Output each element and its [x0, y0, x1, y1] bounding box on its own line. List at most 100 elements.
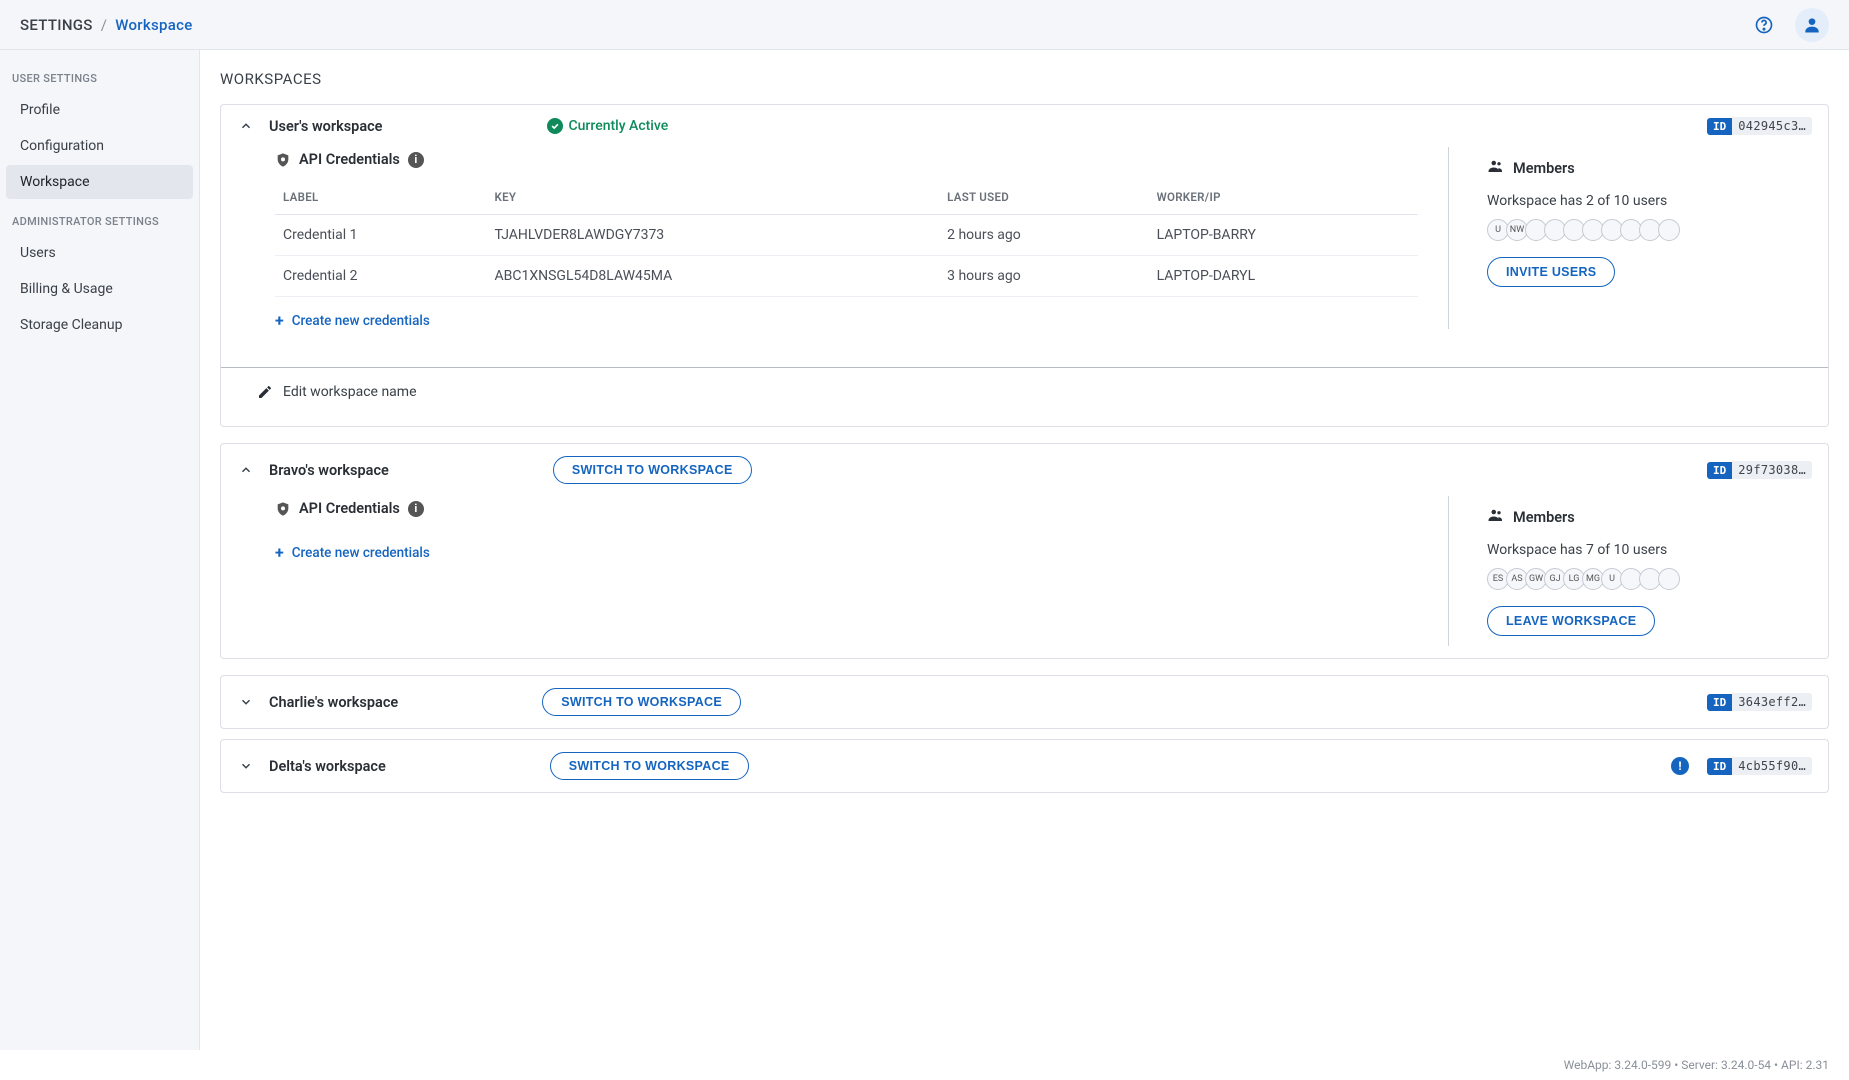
plus-icon: +: [275, 545, 284, 561]
api-credentials-header: API Credentials i: [275, 151, 1418, 168]
workspace-id-chip[interactable]: ID 042945c3…: [1707, 117, 1812, 135]
members-label: Members: [1513, 160, 1575, 177]
alert-icon[interactable]: !: [1671, 757, 1689, 775]
members-count-text: Workspace has 7 of 10 users: [1487, 542, 1808, 558]
group-icon: [1487, 506, 1505, 528]
workspace-left-panel: API Credentials i + Create new credentia…: [275, 496, 1448, 646]
member-avatars: U NW: [1487, 219, 1808, 241]
edit-workspace-name-link[interactable]: Edit workspace name: [257, 368, 1808, 408]
table-row[interactable]: Credential 2 ABC1XNSGL54D8LAW45MA 3 hour…: [275, 256, 1418, 297]
switch-workspace-button[interactable]: SWITCH TO WORKSPACE: [542, 688, 741, 716]
sidebar-section-user: USER SETTINGS: [0, 58, 199, 91]
id-badge: ID: [1707, 758, 1732, 775]
api-credentials-label: API Credentials: [299, 151, 400, 168]
workspace-header: User's workspace Currently Active ID 042…: [221, 105, 1828, 147]
chevron-up-icon[interactable]: [237, 117, 255, 135]
id-badge: ID: [1707, 118, 1732, 135]
workspace-id-chip[interactable]: ID 4cb55f90…: [1707, 757, 1812, 775]
sidebar-item-profile[interactable]: Profile: [6, 93, 193, 127]
chevron-down-icon[interactable]: [237, 693, 255, 711]
members-count-text: Workspace has 2 of 10 users: [1487, 193, 1808, 209]
plus-icon: +: [275, 313, 284, 329]
cred-label: Credential 1: [275, 215, 487, 256]
workspace-id-value: 29f73038…: [1732, 461, 1812, 479]
workspace-id-value: 042945c3…: [1732, 117, 1812, 135]
cred-worker: LAPTOP-BARRY: [1149, 215, 1418, 256]
workspace-id-value: 4cb55f90…: [1732, 757, 1812, 775]
switch-workspace-button[interactable]: SWITCH TO WORKSPACE: [550, 752, 749, 780]
info-icon[interactable]: i: [408, 152, 424, 168]
member-avatars: ES AS GW GJ LG MG U: [1487, 568, 1808, 590]
avatar-empty: [1658, 568, 1680, 590]
workspace-card-delta: Delta's workspace SWITCH TO WORKSPACE ! …: [220, 739, 1829, 793]
breadcrumb: SETTINGS / Workspace: [20, 16, 193, 34]
workspace-id-chip[interactable]: ID 29f73038…: [1707, 461, 1812, 479]
page-title: WORKSPACES: [220, 70, 1829, 88]
footer-version-text: WebApp: 3.24.0-599 • Server: 3.24.0-54 •…: [1564, 1058, 1829, 1072]
cred-worker: LAPTOP-DARYL: [1149, 256, 1418, 297]
leave-workspace-button[interactable]: LEAVE WORKSPACE: [1487, 606, 1655, 636]
members-header: Members: [1487, 506, 1808, 528]
sidebar-item-configuration[interactable]: Configuration: [6, 129, 193, 163]
sidebar-item-storage[interactable]: Storage Cleanup: [6, 308, 193, 342]
workspace-id-chip[interactable]: ID 3643eff2…: [1707, 693, 1812, 711]
workspace-right-panel: Members Workspace has 2 of 10 users U NW: [1448, 147, 1808, 329]
edit-workspace-name-label: Edit workspace name: [283, 384, 417, 400]
create-credentials-label: Create new credentials: [292, 313, 430, 329]
create-credentials-label: Create new credentials: [292, 545, 430, 561]
workspace-active-label: Currently Active: [569, 118, 669, 134]
shield-icon: [275, 501, 291, 517]
avatar-empty: [1658, 219, 1680, 241]
topbar: SETTINGS / Workspace: [0, 0, 1849, 50]
breadcrumb-sep: /: [101, 16, 108, 34]
workspace-name: Bravo's workspace: [269, 462, 389, 479]
workspace-card-charlie: Charlie's workspace SWITCH TO WORKSPACE …: [220, 675, 1829, 729]
group-icon: [1487, 157, 1505, 179]
workspace-header: Delta's workspace SWITCH TO WORKSPACE ! …: [221, 740, 1828, 792]
breadcrumb-leaf[interactable]: Workspace: [115, 16, 192, 34]
table-row[interactable]: Credential 1 TJAHLVDER8LAWDGY7373 2 hour…: [275, 215, 1418, 256]
footer: WebApp: 3.24.0-599 • Server: 3.24.0-54 •…: [0, 1050, 1849, 1080]
id-badge: ID: [1707, 694, 1732, 711]
breadcrumb-root[interactable]: SETTINGS: [20, 16, 93, 34]
switch-workspace-button[interactable]: SWITCH TO WORKSPACE: [553, 456, 752, 484]
workspace-header: Bravo's workspace SWITCH TO WORKSPACE ID…: [221, 444, 1828, 496]
create-credentials-link[interactable]: + Create new credentials: [275, 313, 1418, 329]
sidebar-section-admin: ADMINISTRATOR SETTINGS: [0, 201, 199, 234]
cred-label: Credential 2: [275, 256, 487, 297]
col-key: KEY: [487, 182, 940, 215]
workspace-name: Charlie's workspace: [269, 694, 398, 711]
chevron-up-icon[interactable]: [237, 461, 255, 479]
cred-key: ABC1XNSGL54D8LAW45MA: [487, 256, 940, 297]
workspace-body: API Credentials i LABEL KEY LAST USED WO…: [221, 147, 1828, 341]
topbar-right: [1747, 8, 1829, 42]
sidebar-item-billing[interactable]: Billing & Usage: [6, 272, 193, 306]
main-content: WORKSPACES User's workspace Currently Ac…: [200, 50, 1849, 1050]
workspace-header: Charlie's workspace SWITCH TO WORKSPACE …: [221, 676, 1828, 728]
col-label: LABEL: [275, 182, 487, 215]
credentials-table: LABEL KEY LAST USED WORKER/IP Credential…: [275, 182, 1418, 297]
col-worker: WORKER/IP: [1149, 182, 1418, 215]
shield-icon: [275, 152, 291, 168]
chevron-down-icon[interactable]: [237, 757, 255, 775]
members-header: Members: [1487, 157, 1808, 179]
invite-users-button[interactable]: INVITE USERS: [1487, 257, 1615, 287]
check-circle-icon: [547, 118, 563, 134]
info-icon[interactable]: i: [408, 501, 424, 517]
workspace-left-panel: API Credentials i LABEL KEY LAST USED WO…: [275, 147, 1448, 329]
workspace-name: User's workspace: [269, 118, 383, 135]
sidebar-item-workspace[interactable]: Workspace: [6, 165, 193, 199]
user-avatar-button[interactable]: [1795, 8, 1829, 42]
workspace-active-status: Currently Active: [547, 118, 669, 134]
members-label: Members: [1513, 509, 1575, 526]
workspace-right-panel: Members Workspace has 7 of 10 users ES A…: [1448, 496, 1808, 646]
col-last-used: LAST USED: [939, 182, 1148, 215]
sidebar-item-users[interactable]: Users: [6, 236, 193, 270]
workspace-card-bravo: Bravo's workspace SWITCH TO WORKSPACE ID…: [220, 443, 1829, 659]
workspace-body: API Credentials i + Create new credentia…: [221, 496, 1828, 658]
help-icon[interactable]: [1747, 8, 1781, 42]
workspace-card-users: User's workspace Currently Active ID 042…: [220, 104, 1829, 427]
create-credentials-link[interactable]: + Create new credentials: [275, 545, 1418, 561]
workspace-name: Delta's workspace: [269, 758, 386, 775]
workspace-id-value: 3643eff2…: [1732, 693, 1812, 711]
